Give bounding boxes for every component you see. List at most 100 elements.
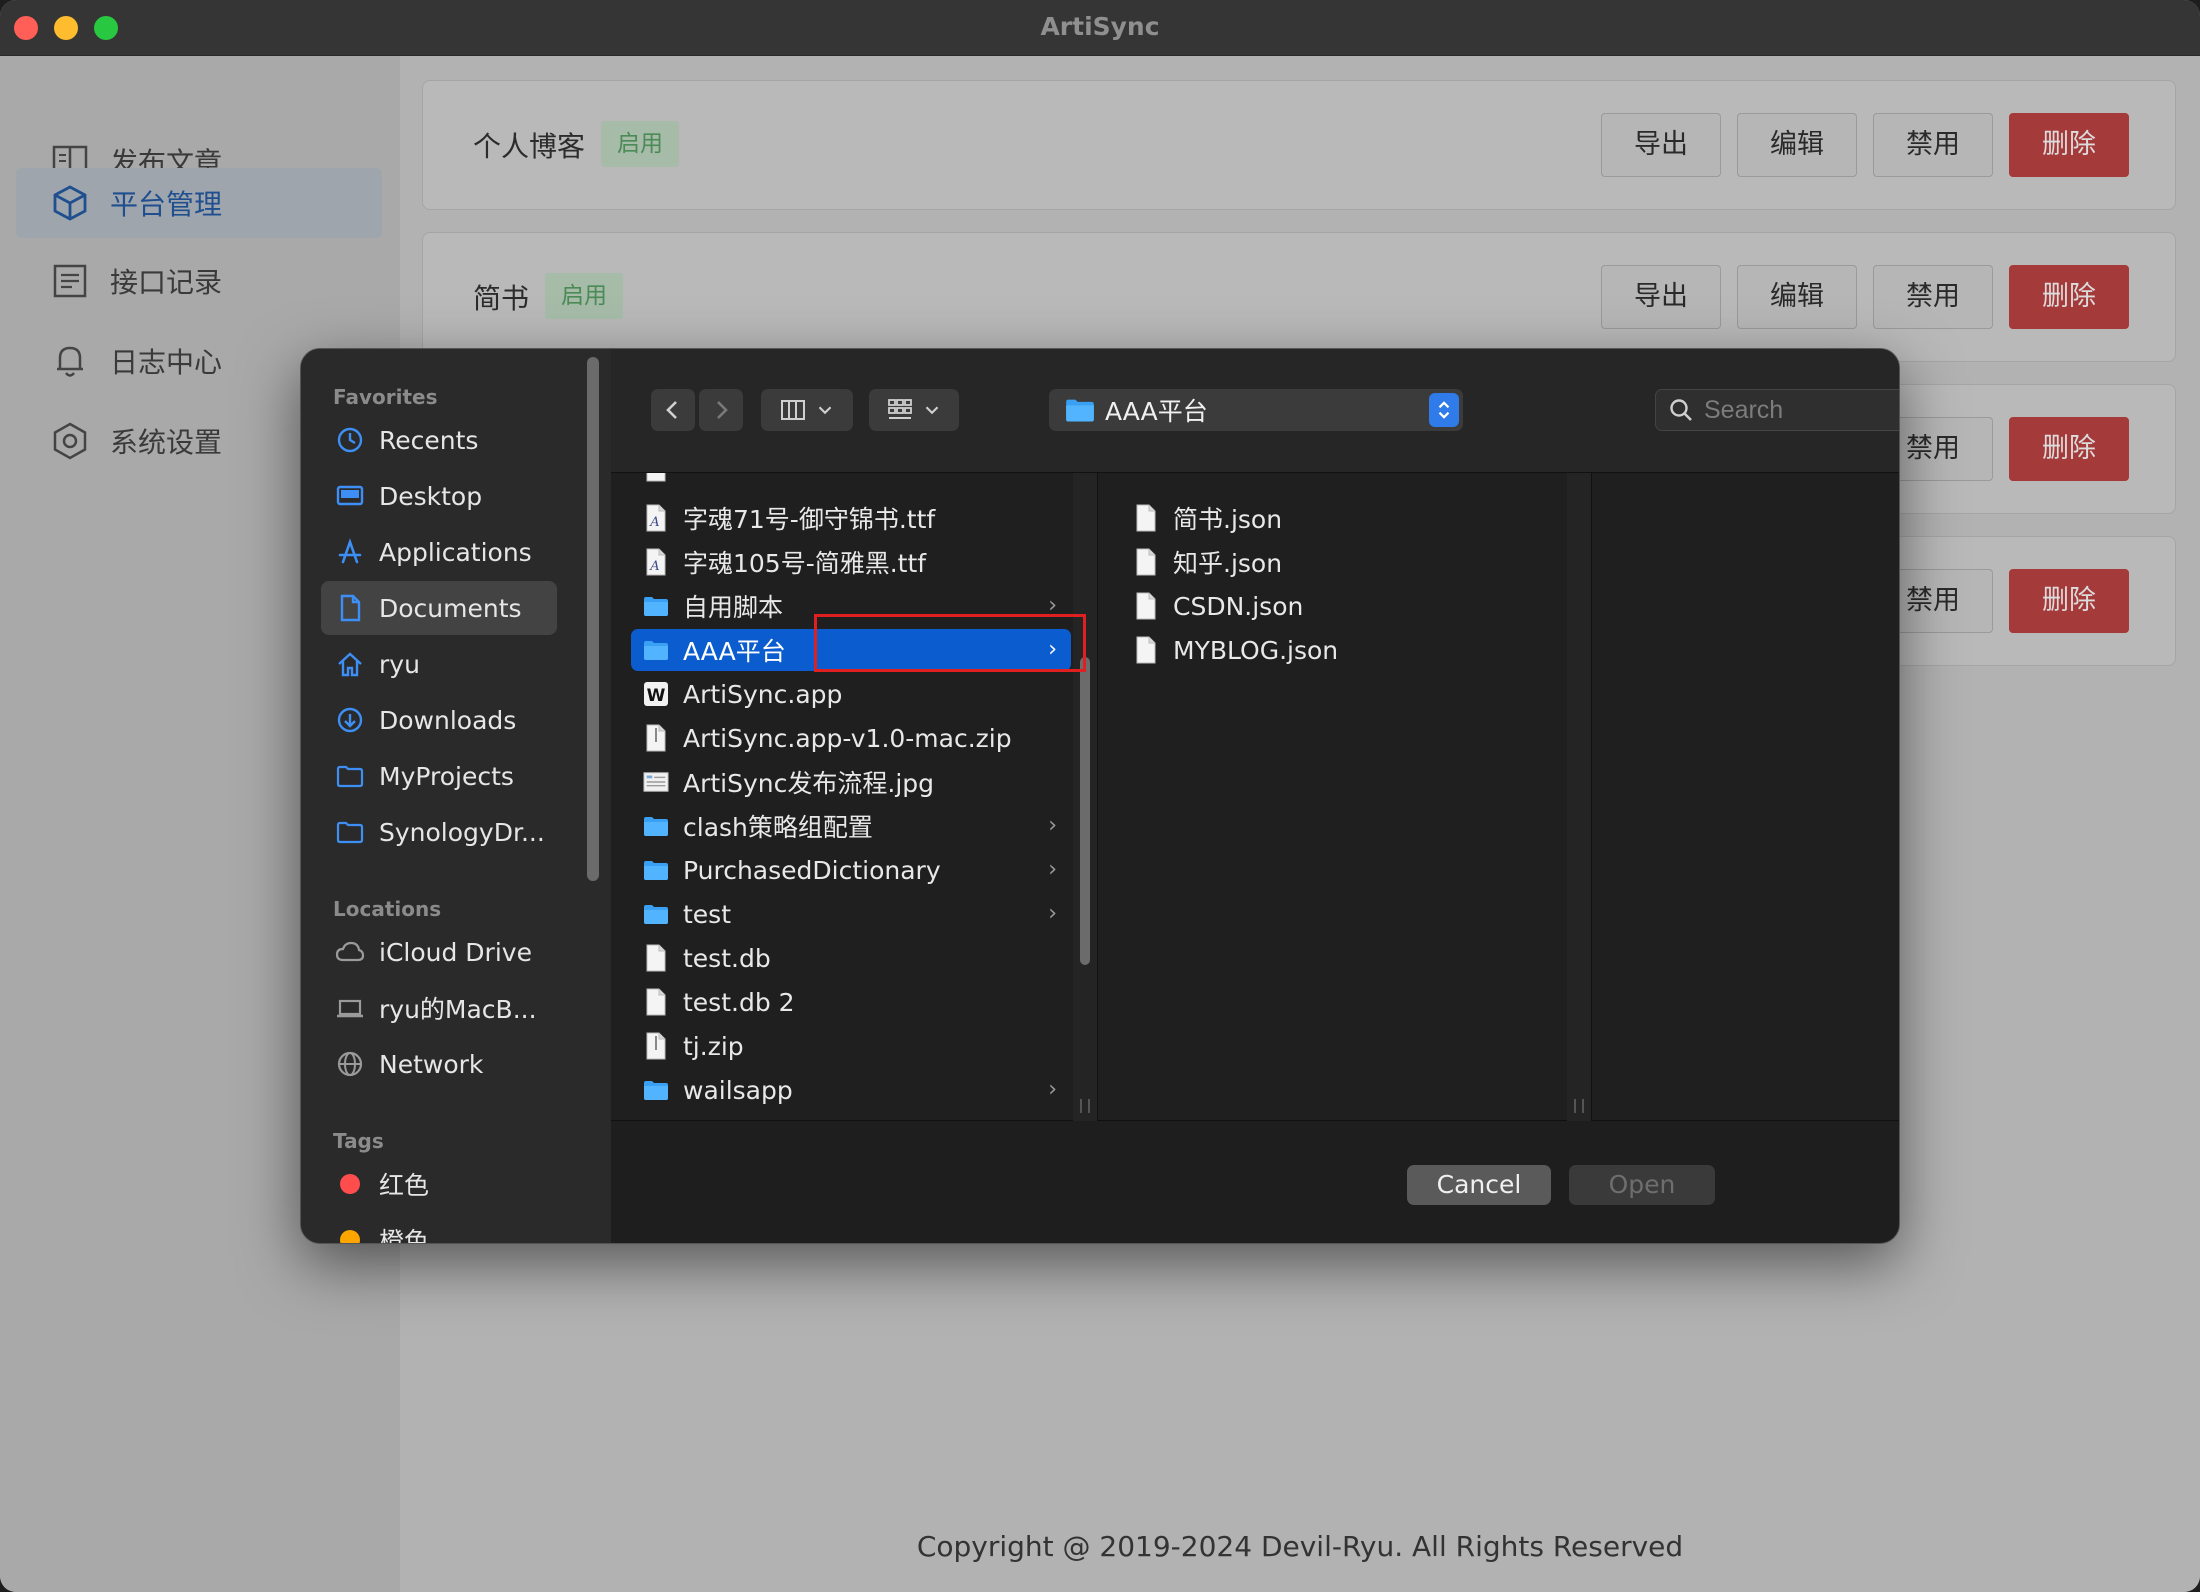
column-scrollbar[interactable] [1073,473,1097,1121]
sidebar-item-applications[interactable]: Applications [321,525,557,579]
sidebar-item-network[interactable]: Network [321,1037,557,1091]
sidebar-item-home[interactable]: ryu [321,637,557,691]
file-row[interactable]: ArtiSync发布流程.jpg [631,761,1071,803]
sidebar-tag-orange[interactable]: 橙色 [321,1213,557,1243]
file-name: 字魂105号-简雅黑.ttf [683,549,927,578]
file-row[interactable]: test.db [631,937,1071,979]
sidebar-scrollbar[interactable] [587,357,599,881]
folder-row[interactable]: test › [631,893,1071,935]
laptop-icon [335,993,365,1023]
folder-row[interactable]: PurchasedDictionary › [631,849,1071,891]
open-button[interactable]: Open [1569,1165,1715,1205]
file-row[interactable]: 知乎.json [1121,541,1541,583]
status-badge: 启用 [601,121,679,167]
file-row[interactable]: ArtiSync.app-v1.0-mac.zip [631,717,1071,759]
sidebar-item-icloud-drive[interactable]: iCloud Drive [321,925,557,979]
file-icon [1133,548,1159,576]
delete-button[interactable]: 删除 [2009,417,2129,481]
file-name: test.db 2 [683,987,795,1017]
nav-item-label: 平台管理 [110,188,223,221]
file-row[interactable]: MYBLOG.json [1121,629,1541,671]
file-row[interactable]: A 字魂105号-简雅黑.ttf [631,541,1071,583]
path-popup[interactable]: AAA平台 [1049,389,1463,431]
column-scrollbar[interactable] [1567,473,1591,1121]
sidebar-item-label: Network [379,1049,484,1079]
sidebar-tag-red[interactable]: 红色 [321,1157,557,1211]
sidebar-item-documents[interactable]: Documents [321,581,557,635]
chevron-left-icon [666,401,677,419]
file-name: ArtiSync.app-v1.0-mac.zip [683,723,1012,753]
file-name: 自用脚本 [683,593,784,622]
nav-item-label: 系统设置 [110,426,223,459]
file-icon [643,988,669,1016]
file-icon [643,944,669,972]
search-field[interactable] [1655,389,1899,431]
chevron-right-icon: › [1048,857,1057,882]
nav-item-platforms[interactable]: 平台管理 [16,168,382,238]
file-name: MYBLOG.json [1173,635,1339,665]
delete-button[interactable]: 删除 [2009,569,2129,633]
file-name: ArtiSync.app [683,679,843,709]
dialog-content: AAA平台 A 字魂71号-御守锦书.ttf A 字魂105号-简雅黑.ttf 自用脚本… [611,349,1899,1243]
folder-icon [335,761,365,791]
search-input[interactable] [1704,395,1899,425]
sidebar-item-recents[interactable]: Recents [321,413,557,467]
sidebar-item-downloads[interactable]: Downloads [321,693,557,747]
file-name: AAA平台 [683,637,786,666]
app-icon: W [643,680,669,708]
disable-button[interactable]: 禁用 [1873,113,1993,177]
folder-row[interactable]: wailsapp › [631,1069,1071,1111]
export-button[interactable]: 导出 [1601,265,1721,329]
globe-icon [335,1049,365,1079]
file-row[interactable]: CSDN.json [1121,585,1541,627]
cloud-icon [335,937,365,967]
folder-icon [643,636,669,664]
folder-icon [1065,397,1095,423]
file-row[interactable]: tj.zip [631,1025,1071,1067]
sidebar-item-macbook[interactable]: ryu的MacB... [321,981,557,1035]
file-name: ArtiSync发布流程.jpg [683,769,935,798]
document-icon [335,593,365,623]
file-row[interactable]: 简书.json [1121,497,1541,539]
file-name: PurchasedDictionary [683,855,941,885]
view-mode-button[interactable] [761,389,853,431]
column-browser: A 字魂71号-御守锦书.ttf A 字魂105号-简雅黑.ttf 自用脚本 › AAA平台… [611,473,1899,1121]
selection-highlight-box [814,614,1086,672]
settings-icon [53,422,87,460]
delete-button[interactable]: 删除 [2009,265,2129,329]
sidebar-item-synologydrive[interactable]: SynologyDr... [321,805,557,859]
nav-item-label: 接口记录 [110,266,223,299]
file-row[interactable]: A 字魂71号-御守锦书.ttf [631,497,1071,539]
sidebar-item-myprojects[interactable]: MyProjects [321,749,557,803]
sidebar-item-label: SynologyDr... [379,817,545,847]
back-button[interactable] [651,389,695,431]
folder-row[interactable]: clash策略组配置 › [631,805,1071,847]
export-button[interactable]: 导出 [1601,113,1721,177]
list-icon [53,264,87,298]
cancel-button[interactable]: Cancel [1407,1165,1551,1205]
sidebar-item-label: MyProjects [379,761,514,791]
group-by-button[interactable] [869,389,959,431]
favorites-header: Favorites [333,385,438,409]
chevron-right-icon: › [1048,1077,1057,1102]
nav-item-api-logs[interactable]: 接口记录 [16,246,382,316]
platform-name: 简书 [473,282,530,315]
file-row[interactable]: W ArtiSync.app [631,673,1071,715]
svg-text:W: W [647,686,666,706]
file-row[interactable]: test.db 2 [631,981,1071,1023]
sidebar-item-desktop[interactable]: Desktop [321,469,557,523]
sidebar-item-label: Desktop [379,481,483,511]
title-bar: ArtiSync [0,0,2200,56]
edit-button[interactable]: 编辑 [1737,265,1857,329]
sidebar-item-label: ryu的MacB... [379,995,537,1024]
edit-button[interactable]: 编辑 [1737,113,1857,177]
file-icon [1133,636,1159,664]
sidebar-item-label: Recents [379,425,479,455]
font-file-icon: A [643,548,669,576]
chevron-down-icon [818,406,832,415]
disable-button[interactable]: 禁用 [1873,265,1993,329]
file-name: 简书.json [1173,505,1283,534]
locations-header: Locations [333,897,442,921]
forward-button[interactable] [699,389,743,431]
delete-button[interactable]: 删除 [2009,113,2129,177]
